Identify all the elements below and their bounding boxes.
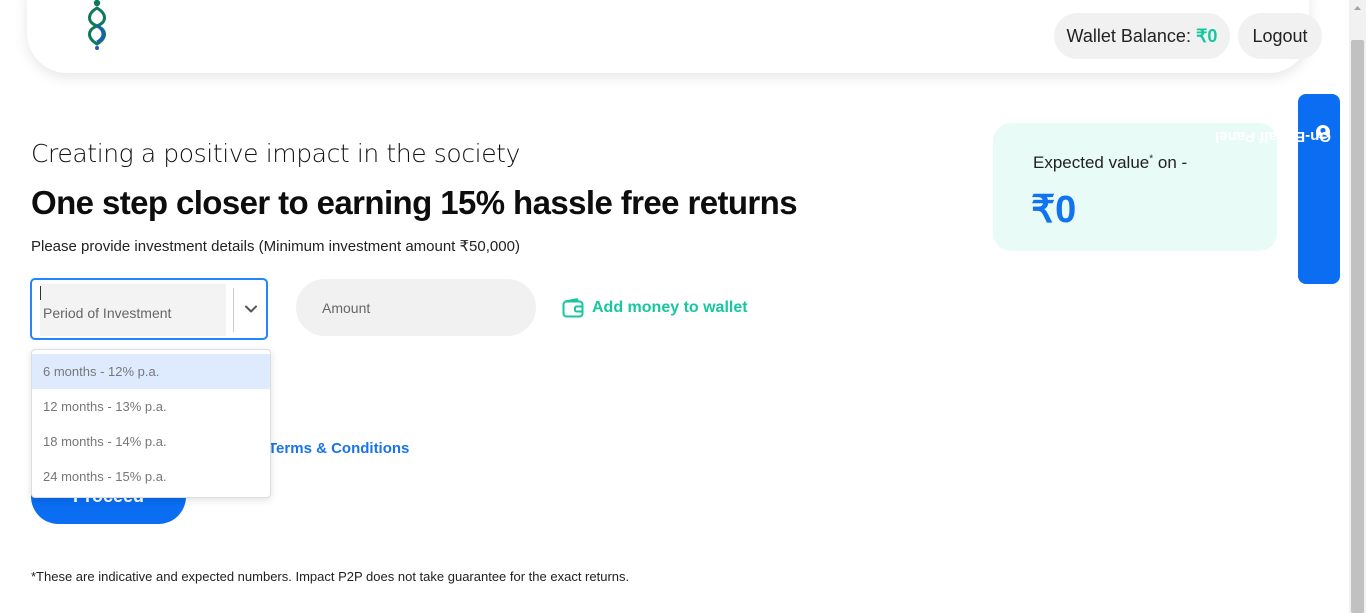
page-scrollbar-thumb[interactable] (1351, 40, 1364, 613)
period-dropdown-menu: 6 months - 12% p.a. 12 months - 13% p.a.… (31, 349, 271, 498)
wallet-balance-amount: ₹0 (1195, 26, 1218, 46)
period-option-12-months[interactable]: 12 months - 13% p.a. (32, 389, 270, 424)
investment-instruction: Please provide investment details (Minim… (31, 238, 520, 255)
chevron-down-icon[interactable] (244, 302, 258, 316)
on-behalf-panel-label: On-Behalf Panel (1215, 128, 1331, 145)
period-option-18-months[interactable]: 18 months - 14% p.a. (32, 424, 270, 459)
expected-value-amount: ₹0 (1031, 189, 1077, 231)
expected-value-label-text: Expected value (1033, 153, 1150, 172)
page-headline: One step closer to earning 15% hassle fr… (31, 184, 798, 221)
select-divider (233, 288, 234, 332)
logout-button[interactable]: Logout (1238, 13, 1322, 59)
expected-value-label-suffix: on - (1153, 153, 1188, 172)
on-behalf-panel-content: On-Behalf Panel (1215, 124, 1331, 146)
scroll-up-arrow-icon[interactable] (1349, 0, 1366, 17)
period-select-placeholder: Period of Investment (43, 305, 172, 321)
period-of-investment-select[interactable]: Period of Investment (30, 278, 268, 340)
add-money-to-wallet-link[interactable]: Add money to wallet (562, 296, 748, 320)
returns-disclaimer: *These are indicative and expected numbe… (31, 569, 630, 584)
wallet-icon (562, 298, 584, 318)
top-header: Wallet Balance: ₹0 Logout (27, 0, 1322, 73)
add-money-label: Add money to wallet (592, 299, 748, 316)
amount-input[interactable] (296, 279, 536, 336)
expected-value-label: Expected value* on - (1033, 153, 1187, 173)
on-behalf-panel-rotator: On-Behalf Panel (1215, 124, 1331, 274)
wallet-balance-pill[interactable]: Wallet Balance: ₹0 (1054, 13, 1230, 59)
page-subtitle: Creating a positive impact in the societ… (31, 139, 520, 168)
wallet-balance-label: Wallet Balance: (1066, 26, 1191, 46)
period-option-24-months[interactable]: 24 months - 15% p.a. (32, 459, 270, 494)
terms-and-conditions-link[interactable]: Terms & Conditions (268, 440, 409, 457)
logo-icon[interactable] (83, 0, 111, 50)
period-option-6-months[interactable]: 6 months - 12% p.a. (32, 354, 270, 389)
text-cursor (40, 286, 41, 300)
on-behalf-panel-tab[interactable]: On-Behalf Panel (1215, 94, 1340, 284)
